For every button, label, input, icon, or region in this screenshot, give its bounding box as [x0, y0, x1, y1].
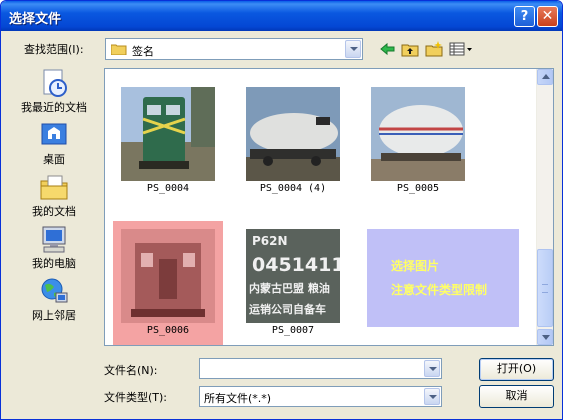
scroll-down-button[interactable]: [537, 329, 553, 345]
cancel-button[interactable]: 取消: [479, 385, 554, 408]
file-name-label: 文件名(N):: [104, 364, 158, 377]
place-desktop[interactable]: 桌面: [11, 117, 97, 167]
place-my-documents[interactable]: 我的文档: [11, 169, 97, 219]
file-thumbnail: P62N 0451411 内蒙古巴盟 粮油 运销公司自备车: [246, 229, 340, 323]
vertical-scrollbar[interactable]: [536, 69, 553, 345]
folder-icon: [111, 44, 127, 55]
file-item-ps-0005[interactable]: PS_0005: [363, 79, 473, 204]
back-icon[interactable]: [379, 41, 397, 57]
file-name: PS_0005: [396, 183, 440, 194]
file-type-notice: 选择图片 注意文件类型限制: [367, 229, 519, 327]
file-name: PS_0007: [271, 325, 315, 336]
look-in-combobox[interactable]: 签名: [105, 38, 363, 60]
my-computer-icon: [42, 226, 66, 253]
desktop-icon: [41, 123, 67, 145]
file-type-dropdown-button[interactable]: [424, 388, 440, 405]
file-name-dropdown-button[interactable]: [424, 360, 440, 377]
file-thumbnail: [246, 87, 340, 181]
file-item-ps-0004[interactable]: PS_0004: [113, 79, 223, 204]
look-in-dropdown-button[interactable]: [345, 40, 361, 58]
new-folder-icon[interactable]: [425, 41, 443, 57]
places-bar: 我最近的文档 桌面 我的文档 我的电脑 网上邻居: [11, 65, 97, 335]
file-thumbnail: [121, 87, 215, 181]
place-label: 我最近的文档: [21, 101, 87, 114]
help-button[interactable]: ?: [514, 6, 535, 27]
file-name: PS_0004 (4): [259, 183, 327, 194]
place-my-computer[interactable]: 我的电脑: [11, 221, 97, 271]
place-label: 网上邻居: [32, 309, 76, 322]
file-type-value: 所有文件(*.*): [204, 392, 272, 405]
file-thumbnail: [121, 229, 215, 323]
thumb-text: 内蒙古巴盟 粮油: [249, 281, 330, 295]
place-label: 桌面: [43, 153, 65, 166]
thumb-text: 运销公司自备车: [249, 302, 326, 316]
open-button[interactable]: 打开(O): [479, 358, 554, 381]
file-item-ps-0006[interactable]: PS_0006: [113, 221, 223, 345]
up-folder-icon[interactable]: [401, 41, 419, 57]
file-name-combobox[interactable]: [199, 358, 442, 379]
file-name: PS_0004: [146, 183, 190, 194]
file-item-ps-0004-4[interactable]: PS_0004 (4): [238, 79, 348, 204]
place-label: 我的文档: [32, 205, 76, 218]
recent-documents-icon: [43, 69, 67, 97]
file-type-combobox[interactable]: 所有文件(*.*): [199, 386, 442, 407]
file-type-label: 文件类型(T):: [104, 391, 168, 404]
title-bar[interactable]: 选择文件 ? ✕: [1, 1, 562, 31]
file-list-view[interactable]: PS_0004 PS_0004 (4) PS_0005 PS_0006 P62N…: [104, 68, 554, 346]
close-button[interactable]: ✕: [537, 6, 558, 27]
thumb-text: P62N: [252, 234, 288, 248]
file-item-ps-0007[interactable]: P62N 0451411 内蒙古巴盟 粮油 运销公司自备车 PS_0007: [238, 221, 348, 345]
network-places-icon: [41, 278, 68, 303]
scroll-up-button[interactable]: [537, 69, 553, 85]
look-in-value: 签名: [132, 45, 154, 58]
scroll-thumb[interactable]: [537, 249, 553, 327]
file-name: PS_0006: [146, 325, 190, 336]
look-in-label: 查找范围(I):: [24, 43, 84, 56]
place-network-places[interactable]: 网上邻居: [11, 273, 97, 323]
file-thumbnail: [371, 87, 465, 181]
place-label: 我的电脑: [32, 257, 76, 270]
view-menu-icon[interactable]: [449, 41, 473, 57]
my-documents-icon: [40, 175, 68, 200]
notice-line-1: 选择图片: [391, 259, 440, 273]
file-open-dialog: 选择文件 ? ✕ 查找范围(I): 签名 我最近的文档 桌面 我的文档 我的电脑…: [0, 0, 563, 420]
place-recent-documents[interactable]: 我最近的文档: [11, 65, 97, 115]
thumb-text: 0451411: [252, 254, 340, 276]
notice-line-2: 注意文件类型限制: [391, 283, 488, 297]
window-title: 选择文件: [9, 12, 62, 27]
